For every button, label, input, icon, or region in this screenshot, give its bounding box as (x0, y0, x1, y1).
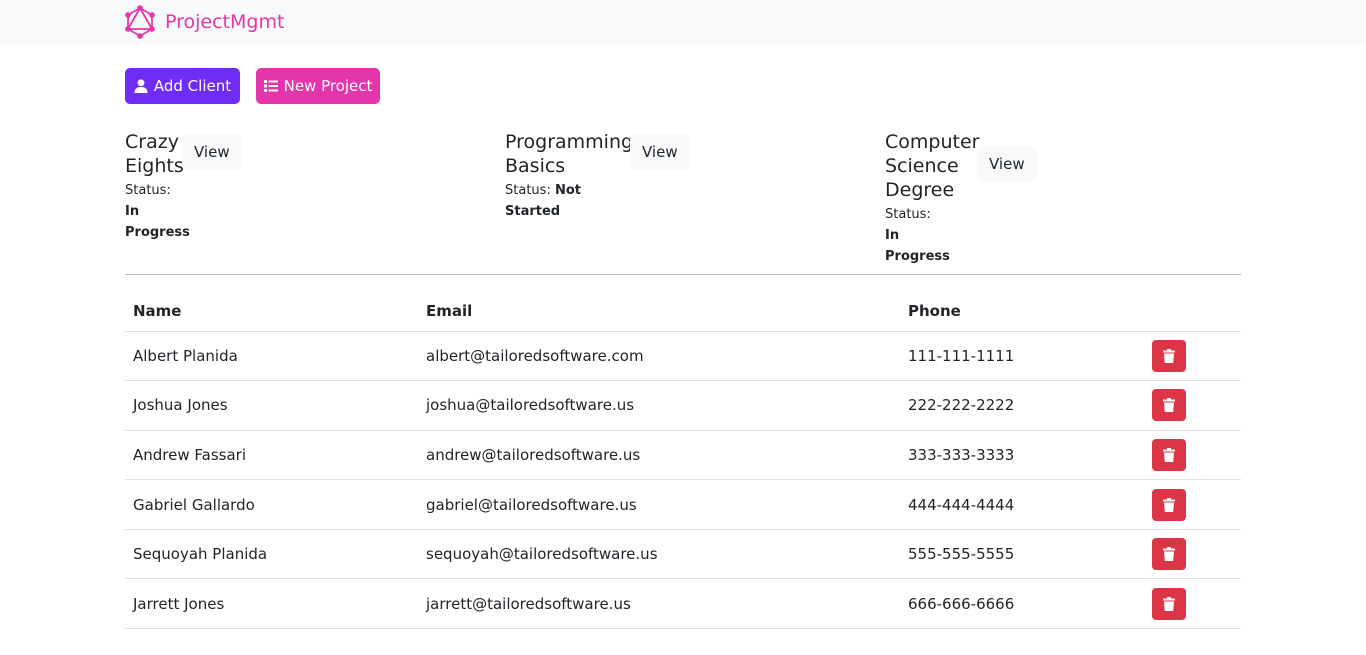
table-row: Sequoyah Planida sequoyah@tailoredsoftwa… (125, 529, 1241, 580)
client-actions (1138, 380, 1241, 431)
list-icon (263, 80, 278, 92)
client-phone: 222-222-2222 (900, 380, 1138, 431)
project-info: Programming Basics Status: Not Started (505, 130, 634, 222)
project-status-label: Status: (505, 183, 551, 198)
column-header-name: Name (125, 292, 418, 332)
client-name: Jarrett Jones (125, 578, 418, 630)
project-status: Status: In Progress (885, 204, 950, 267)
clients-table: Name Email Phone Albert Planida albert@t… (125, 292, 1241, 630)
view-project-button[interactable]: View (182, 134, 242, 170)
client-actions (1138, 479, 1241, 530)
view-project-button[interactable]: View (630, 134, 690, 170)
brand-name: ProjectMgmt (165, 11, 285, 33)
project-card: Computer Science Degree Status: In Progr… (885, 130, 1037, 267)
client-name: Andrew Fassari (125, 430, 418, 481)
trash-icon (1163, 497, 1175, 512)
project-status-value: In Progress (885, 228, 950, 264)
table-row: Joshua Jones joshua@tailoredsoftware.us … (125, 380, 1241, 431)
delete-client-button[interactable] (1152, 488, 1186, 521)
client-phone: 555-555-5555 (900, 529, 1138, 580)
delete-client-button[interactable] (1152, 389, 1186, 422)
brand-link[interactable]: ProjectMgmt (124, 5, 284, 39)
project-info: Crazy Eights Status: In Progress (125, 130, 190, 243)
project-name: Computer Science Degree (885, 131, 980, 201)
table-row: Gabriel Gallardo gabriel@tailoredsoftwar… (125, 479, 1241, 530)
client-actions (1138, 430, 1241, 481)
client-email: joshua@tailoredsoftware.us (418, 380, 900, 431)
table-row: Andrew Fassari andrew@tailoredsoftware.u… (125, 430, 1241, 481)
user-icon (134, 79, 148, 93)
project-name: Programming Basics (505, 131, 634, 177)
client-phone: 444-444-4444 (900, 479, 1138, 530)
project-status: Status: In Progress (125, 180, 190, 243)
client-name: Sequoyah Planida (125, 529, 418, 580)
table-row: Jarrett Jones jarrett@tailoredsoftware.u… (125, 578, 1241, 630)
project-name: Crazy Eights (125, 131, 184, 177)
column-header-email: Email (418, 292, 900, 332)
add-client-button[interactable]: Add Client (125, 68, 240, 104)
client-phone: 333-333-3333 (900, 430, 1138, 481)
navbar: ProjectMgmt (0, 0, 1366, 44)
client-phone: 666-666-6666 (900, 578, 1138, 630)
project-card: Crazy Eights Status: In Progress View (125, 130, 242, 243)
client-email: andrew@tailoredsoftware.us (418, 430, 900, 481)
client-name: Gabriel Gallardo (125, 479, 418, 530)
graphql-logo-icon (125, 5, 155, 39)
trash-icon (1163, 596, 1175, 611)
add-client-label: Add Client (153, 77, 232, 95)
client-phone: 111-111-1111 (900, 331, 1138, 382)
trash-icon (1163, 348, 1175, 363)
table-header-row: Name Email Phone (125, 292, 1241, 332)
project-status: Status: Not Started (505, 180, 585, 222)
client-email: gabriel@tailoredsoftware.us (418, 479, 900, 530)
trash-icon (1163, 547, 1175, 562)
client-actions (1138, 331, 1241, 382)
delete-client-button[interactable] (1152, 339, 1186, 372)
delete-client-button[interactable] (1152, 587, 1186, 620)
project-card: Programming Basics Status: Not Started V… (505, 130, 690, 222)
client-name: Joshua Jones (125, 380, 418, 431)
table-row: Albert Planida albert@tailoredsoftware.c… (125, 331, 1241, 382)
new-project-label: New Project (283, 77, 373, 95)
client-actions (1138, 529, 1241, 580)
delete-client-button[interactable] (1152, 438, 1186, 471)
delete-client-button[interactable] (1152, 538, 1186, 571)
column-header-actions (1138, 292, 1241, 332)
client-email: sequoyah@tailoredsoftware.us (418, 529, 900, 580)
project-status-label: Status: (125, 183, 171, 198)
client-email: albert@tailoredsoftware.com (418, 331, 900, 382)
project-info: Computer Science Degree Status: In Progr… (885, 130, 980, 267)
client-name: Albert Planida (125, 331, 418, 382)
new-project-button[interactable]: New Project (256, 68, 380, 104)
client-email: jarrett@tailoredsoftware.us (418, 578, 900, 630)
column-header-phone: Phone (900, 292, 1138, 332)
client-actions (1138, 578, 1241, 630)
project-status-label: Status: (885, 207, 931, 222)
trash-icon (1163, 447, 1175, 462)
trash-icon (1163, 398, 1175, 413)
section-divider (125, 274, 1241, 275)
project-status-value: In Progress (125, 204, 190, 240)
view-project-button[interactable]: View (977, 146, 1037, 182)
